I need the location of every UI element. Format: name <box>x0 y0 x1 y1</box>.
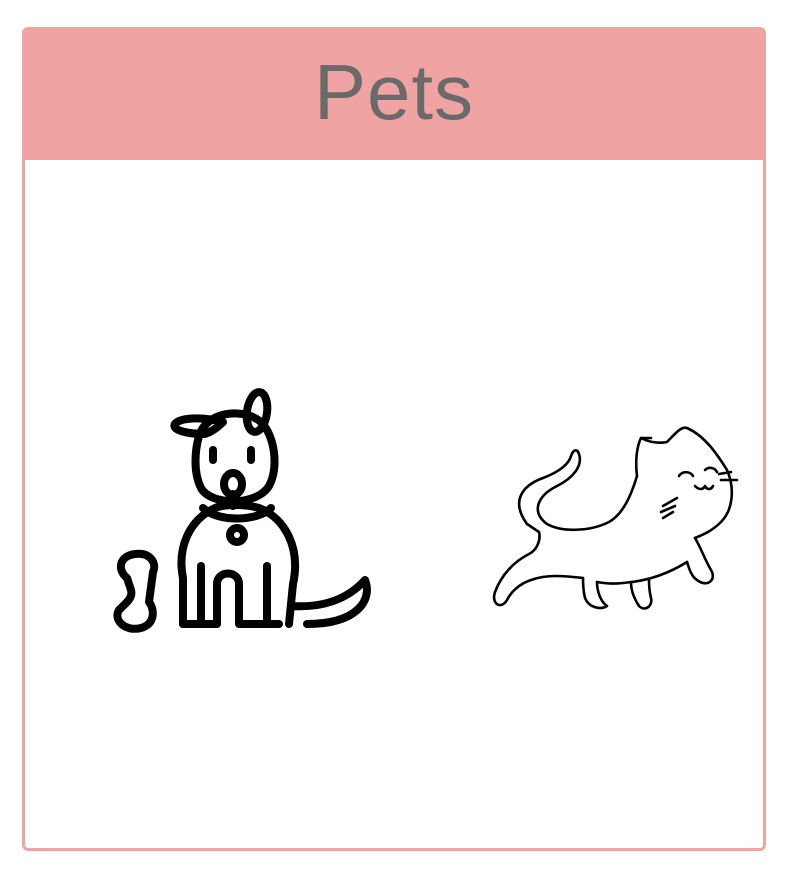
dog-icon <box>113 388 371 633</box>
card-header: Pets <box>25 30 763 160</box>
card-title: Pets <box>313 47 475 136</box>
cat-icon <box>492 426 739 610</box>
pets-card: Pets <box>22 27 766 851</box>
